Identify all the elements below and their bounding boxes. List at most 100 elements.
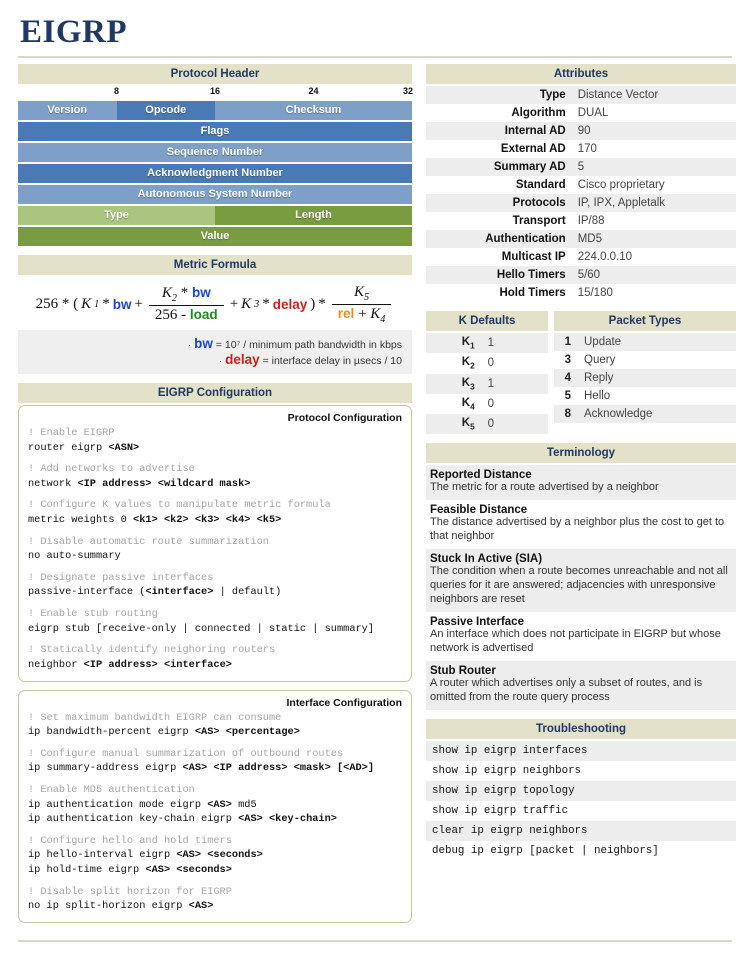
packet-type-number: 1 <box>564 336 571 348</box>
k-default-label: K3 <box>426 374 480 394</box>
attribute-row: Summary AD 5 <box>426 158 736 176</box>
code-command: ip authentication key-chain eigrp <AS> <… <box>28 812 402 827</box>
code-comment: ! Configure K values to manipulate metri… <box>28 499 331 512</box>
code-spacer <box>28 491 402 498</box>
code-command-text: router eigrp <box>28 441 109 454</box>
k-default-label: K1 <box>426 333 480 353</box>
formula-times1: * <box>102 296 110 312</box>
packet-type-number: 4 <box>564 372 571 384</box>
troubleshooting-command: debug ip eigrp [packet | neighbors] <box>426 841 736 862</box>
formula-plus2: + <box>229 296 239 312</box>
k-defaults-table: K1 1 K2 0 K3 1 K4 0 K5 0 <box>426 333 548 435</box>
formula-fraction-2-denominator: rel + K4 <box>331 304 392 325</box>
code-spacer <box>28 455 402 462</box>
attribute-row: Transport IP/88 <box>426 212 736 230</box>
packet-type-row: 5 Hello <box>554 387 736 405</box>
code-spacer <box>28 776 402 783</box>
section-header-protocol-header: Protocol Header <box>18 64 412 84</box>
attribute-key: Transport <box>512 215 566 227</box>
formula-bw1: bw <box>112 297 132 312</box>
packet-type-row: 3 Query <box>554 351 736 369</box>
attribute-value: 5/60 <box>577 269 601 281</box>
code-command-tail: md5 <box>231 798 257 811</box>
packet-type-name: Query <box>584 354 616 366</box>
attribute-value: MD5 <box>577 233 602 245</box>
k-letter: K <box>461 336 471 348</box>
packet-row: Sequence Number <box>18 143 412 162</box>
note-bullet-2: · <box>218 355 223 367</box>
code-comment: ! Designate passive interfaces <box>28 571 214 584</box>
attribute-row: Internal AD 90 <box>426 122 736 140</box>
code-spacer <box>28 528 402 535</box>
k-default-value: 1 <box>487 377 495 390</box>
interface-configuration-code: ! Set maximum bandwidth EIGRP can consum… <box>28 711 402 914</box>
code-command-text: ip bandwidth-percent eigrp <box>28 726 195 739</box>
code-command-placeholder: <IP address> <interface> <box>83 658 232 671</box>
packet-type-number: 8 <box>564 408 571 420</box>
metric-formula: 256 * (K 1 * bw + K2 * bw 256 - load + K3… <box>18 277 412 330</box>
protocol-configuration-title: Protocol Configuration <box>287 412 402 424</box>
code-command: ip summary-address eigrp <AS> <IP addres… <box>28 761 402 776</box>
section-header-metric-formula: Metric Formula <box>18 255 412 275</box>
formula-k1: K <box>81 296 92 312</box>
terminology-term: Stub Router <box>430 665 496 678</box>
packet-field-length: Length <box>215 206 412 225</box>
formula-fraction-1-denominator: 256 - load <box>148 305 224 324</box>
code-comment: ! Disable split horizon for EIGRP <box>28 885 232 898</box>
k-default-row: K4 0 <box>426 393 548 415</box>
k-default-label: K5 <box>426 414 480 434</box>
k-default-value: 0 <box>487 398 495 411</box>
packet-type-name: Hello <box>584 390 611 402</box>
code-command-text: ip hello-interval eigrp <box>28 849 177 862</box>
protocol-header-diagram: Version Opcode Checksum Flags Sequence Numbe… <box>18 101 412 246</box>
code-comment: ! Enable EIGRP <box>28 427 115 439</box>
code-comment: ! Configure manual summarization of outb… <box>28 747 344 760</box>
k-letter: K <box>461 417 471 430</box>
attribute-value: 224.0.0.10 <box>577 251 633 263</box>
code-command-placeholder: <AS> <seconds> <box>176 849 263 862</box>
attribute-value: Cisco proprietary <box>577 179 665 191</box>
code-command-placeholder: <AS> <key-chain> <box>238 813 337 826</box>
k-default-row: K5 0 <box>426 414 548 435</box>
k-and-packet-panes: K Defaults K1 1 K2 0 K3 1 K4 0 K5 0 Packet Types … <box>426 311 736 435</box>
footer-divider <box>18 939 732 942</box>
packet-field-flags: Flags <box>18 122 412 141</box>
attribute-value: IP, IPX, Appletalk <box>577 197 666 209</box>
code-comment: ! Add networks to advertise <box>28 463 195 476</box>
attribute-key: External AD <box>500 143 566 155</box>
code-command: metric weights 0 <k1> <k2> <k3> <k4> <k5… <box>28 513 402 528</box>
k-subscript: 1 <box>470 341 475 351</box>
code-command: network <IP address> <wildcard mask> <box>28 477 402 492</box>
section-header-k-defaults: K Defaults <box>426 311 548 331</box>
code-command: passive-interface (<interface> | default… <box>28 585 402 600</box>
section-header-eigrp-configuration: EIGRP Configuration <box>18 383 412 403</box>
interface-configuration-title: Interface Configuration <box>286 696 402 709</box>
code-command-placeholder: <AS> <IP address> <mask> [<AD>] <box>182 762 375 775</box>
k-default-row: K3 1 <box>426 373 548 394</box>
formula-bw2: bw <box>191 285 211 300</box>
troubleshooting-command: show ip eigrp interfaces <box>426 741 736 762</box>
formula-note-delay: · delay = interface delay in µsecs / 10 <box>28 352 402 367</box>
packet-row: Type Length <box>18 206 412 225</box>
bit-ruler: 8 16 24 32 <box>18 86 413 101</box>
code-command-text: eigrp stub [receive-only | connected | s… <box>28 622 375 635</box>
code-command-text: ip summary-address eigrp <box>28 762 183 775</box>
formula-den-256: 256 - <box>154 307 187 323</box>
code-spacer <box>28 878 402 885</box>
k-default-value: 0 <box>487 418 495 431</box>
code-spacer <box>28 827 402 834</box>
terminology-item: Feasible Distance The distance advertised… <box>426 500 736 550</box>
code-command-placeholder: <AS> <seconds> <box>145 864 232 877</box>
packet-types-table: 1 Update 3 Query 4 Reply 5 Hello 8 Acknowledge <box>554 333 736 423</box>
note-delay-label: delay <box>225 352 260 367</box>
formula-k2: K <box>161 285 172 301</box>
attribute-row: Hold Timers 15/180 <box>426 284 736 302</box>
code-command-text: network <box>28 477 78 490</box>
formula-plus3: + <box>358 306 367 322</box>
packet-type-number: 3 <box>564 354 571 366</box>
code-comment: ! Enable MD5 authentication <box>28 783 195 796</box>
packet-type-name: Acknowledge <box>584 408 653 420</box>
terminology-item: Reported Distance The metric for a route … <box>426 465 736 501</box>
attribute-key: Protocols <box>512 197 566 209</box>
right-column: Attributes Type Distance Vector Algorithm D… <box>426 64 736 862</box>
